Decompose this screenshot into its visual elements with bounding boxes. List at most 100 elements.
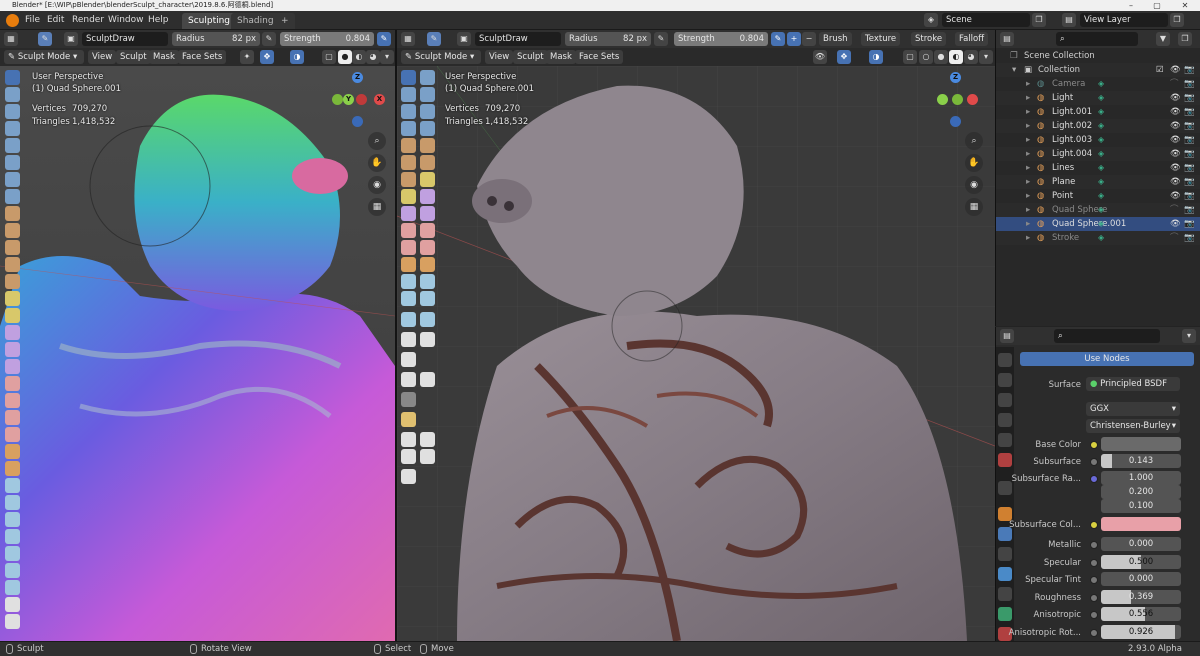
right-tool-thumb[interactable] <box>401 223 416 238</box>
left-tool-fill[interactable] <box>5 257 20 272</box>
outliner-editor-type-icon[interactable]: ▤ <box>1000 32 1014 46</box>
left-tool-pose[interactable] <box>5 393 20 408</box>
outliner-data-icon[interactable]: ◈ <box>1098 119 1104 133</box>
left-menu-mask[interactable]: Mask <box>149 50 179 64</box>
right-brush-icon[interactable]: ✎ <box>427 32 441 46</box>
right-shading-rendered-icon[interactable]: ◕ <box>964 50 978 64</box>
right-menu-sculpt[interactable]: Sculpt <box>513 50 548 64</box>
left-shading-material-icon[interactable]: ◐ <box>352 50 366 64</box>
outliner-expand-icon[interactable]: ▸ <box>1026 91 1030 105</box>
outliner-visibility-icon[interactable]: 👁 <box>1170 217 1181 231</box>
right-tool-scrape[interactable] <box>401 172 416 187</box>
outliner-item[interactable]: ▸ ◍ Point ◈ 👁 📷 <box>996 189 1200 203</box>
outliner-render-icon[interactable]: 📷 <box>1184 119 1195 133</box>
outliner-visibility-icon[interactable]: 👁 <box>1170 147 1181 161</box>
outliner-item[interactable]: ▸ ◍ Quad Sphere ◈ ⌒ 📷 <box>996 203 1200 217</box>
outliner-render-icon[interactable]: 📷 <box>1184 161 1195 175</box>
outliner-data-icon[interactable]: ◈ <box>1098 105 1104 119</box>
outliner-render-icon[interactable]: 📷 <box>1184 91 1195 105</box>
outliner-item[interactable]: ▸ ◍ Camera ◈ ⌒ 📷 <box>996 77 1200 91</box>
right-tool-mask[interactable] <box>401 291 416 306</box>
left-radius-pressure-icon[interactable]: ✎ <box>262 32 276 46</box>
subsurface-method-select[interactable]: Christensen-Burley ▾ <box>1086 419 1180 433</box>
outliner-new-collection-icon[interactable]: ❐ <box>1178 32 1192 46</box>
left-tool-inflate[interactable] <box>5 172 20 187</box>
right-gizmo-icon[interactable]: ✥ <box>837 50 851 64</box>
left-camera-icon[interactable]: ◉ <box>368 176 386 194</box>
right-tool-nudge[interactable] <box>401 240 416 255</box>
right-tool-annotate[interactable] <box>401 469 416 484</box>
outliner-render-icon[interactable]: 📷 <box>1184 231 1195 245</box>
right-tool-lasso-trim[interactable] <box>420 372 435 387</box>
menu-help[interactable]: Help <box>148 14 169 27</box>
right-tool-cloth-filter[interactable] <box>420 332 435 347</box>
outliner-item[interactable]: ▸ ◍ Light.003 ◈ 👁 📷 <box>996 133 1200 147</box>
right-menu-view[interactable]: View <box>485 50 514 64</box>
right-mode-selector[interactable]: ✎ Sculpt Mode ▾ <box>401 50 481 64</box>
subsurface-socket-icon[interactable] <box>1090 458 1098 466</box>
collection-visibility-icon[interactable]: 👁 <box>1170 63 1181 77</box>
left-gizmo-y-neg[interactable] <box>332 94 343 105</box>
outliner-expand-icon[interactable]: ▸ <box>1026 217 1030 231</box>
outliner-expand-icon[interactable]: ▸ <box>1026 147 1030 161</box>
right-tool-draw-sharp[interactable] <box>420 70 435 85</box>
tab-output-icon[interactable] <box>998 393 1012 407</box>
left-tool-layer[interactable] <box>5 155 20 170</box>
material-socket-icon[interactable] <box>1090 628 1098 637</box>
tab-sculpting[interactable]: Sculpting <box>182 13 237 29</box>
material-slider[interactable]: 0.000 <box>1101 537 1181 551</box>
right-visibility-icon[interactable]: 👁 <box>813 50 827 64</box>
left-tool-crease[interactable] <box>5 206 20 221</box>
collection-checkbox[interactable]: ☑ <box>1156 63 1164 77</box>
editor-type-icon[interactable]: ▦ <box>4 32 18 46</box>
right-shading-options-icon[interactable]: ▾ <box>979 50 993 64</box>
material-socket-icon[interactable] <box>1090 576 1098 584</box>
left-tool-nudge[interactable] <box>5 410 20 425</box>
right-tool-line-project[interactable] <box>401 372 416 387</box>
menu-edit[interactable]: Edit <box>47 14 64 27</box>
brush-icon[interactable]: ✎ <box>38 32 52 46</box>
outliner-expand-icon[interactable]: ▸ <box>1026 105 1030 119</box>
right-gizmo-y[interactable] <box>937 94 948 105</box>
right-shading-material-icon[interactable]: ◐ <box>949 50 963 64</box>
right-tool-boundary[interactable] <box>420 257 435 272</box>
left-gizmo-z-neg[interactable] <box>352 116 363 127</box>
right-tool-transform[interactable] <box>420 449 435 464</box>
outliner-item[interactable]: ▸ ◍ Light.002 ◈ 👁 📷 <box>996 119 1200 133</box>
left-tool-smooth[interactable] <box>5 223 20 238</box>
close-window-button[interactable]: ✕ <box>1172 0 1198 11</box>
left-symmetry-icon[interactable]: ✦ <box>240 50 254 64</box>
left-zoom-icon[interactable]: ⌕ <box>368 132 386 150</box>
view-layer-selector[interactable]: View Layer <box>1080 13 1168 27</box>
subtract-direction-icon[interactable]: − <box>802 32 816 46</box>
outliner-expand-icon[interactable]: ▸ <box>1026 231 1030 245</box>
left-tool-annotate[interactable] <box>5 614 20 629</box>
right-tool-move[interactable] <box>401 432 416 447</box>
outliner-render-icon[interactable]: 📷 <box>1184 175 1195 189</box>
subsurface-color-socket-icon[interactable] <box>1090 521 1098 529</box>
right-tool-clay[interactable] <box>401 87 416 102</box>
material-slider[interactable]: 0.926 <box>1101 624 1181 639</box>
left-strength-field[interactable]: Strength 0.804 <box>280 32 374 46</box>
subsurface-radius-socket-icon[interactable] <box>1090 475 1098 483</box>
subsurface-radius-y[interactable]: 0.200 <box>1101 485 1181 499</box>
tab-view-layer-icon[interactable] <box>998 413 1012 427</box>
left-overlay-icon[interactable]: ◑ <box>290 50 304 64</box>
right-tool-multiplane[interactable] <box>420 172 435 187</box>
left-tool-snake-hook[interactable] <box>5 359 20 374</box>
right-tool-snake-hook[interactable] <box>420 206 435 221</box>
right-shading-solid-icon[interactable]: ● <box>934 50 948 64</box>
outliner-expand-icon[interactable]: ▸ <box>1026 119 1030 133</box>
left-shading-rendered-icon[interactable]: ◕ <box>366 50 380 64</box>
left-tool-cloth[interactable] <box>5 478 20 493</box>
right-radius-pressure-icon[interactable]: ✎ <box>654 32 668 46</box>
left-tool-rotate[interactable] <box>5 427 20 442</box>
left-tool-mesh-filter[interactable] <box>5 580 20 595</box>
left-tool-draw-sharp[interactable] <box>5 87 20 102</box>
properties-editor-type-icon[interactable]: ▤ <box>1000 329 1014 343</box>
left-tool-thumb[interactable] <box>5 376 20 391</box>
left-menu-sculpt[interactable]: Sculpt <box>116 50 151 64</box>
outliner-scene-collection[interactable]: ❐ Scene Collection <box>996 49 1200 63</box>
left-tool-flatten[interactable] <box>5 240 20 255</box>
outliner-collection[interactable]: ▾ ▣ Collection ☑ 👁 📷 <box>996 63 1200 77</box>
